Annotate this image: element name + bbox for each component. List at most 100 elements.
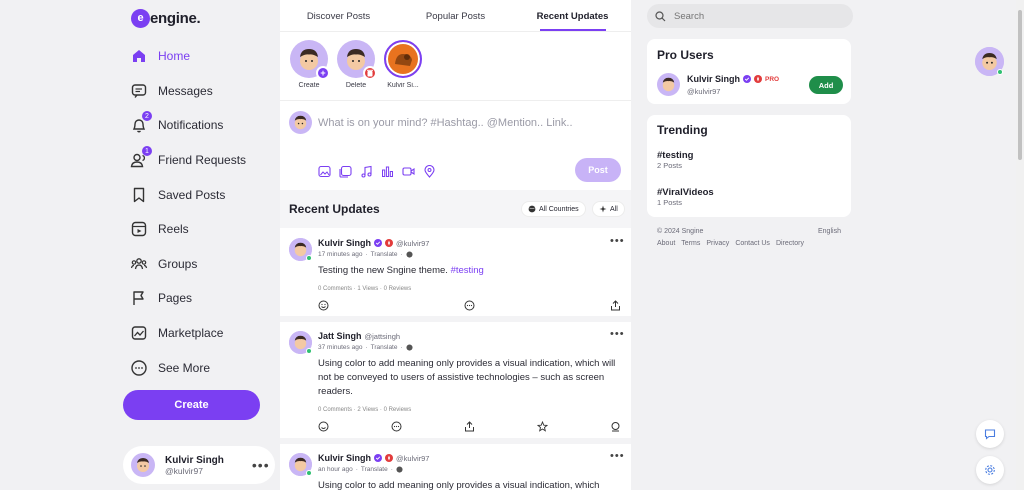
video-icon[interactable] bbox=[402, 165, 415, 178]
logo-text: engine. bbox=[150, 9, 201, 27]
story-create[interactable]: + Create bbox=[290, 40, 330, 89]
user-menu-button[interactable]: ••• bbox=[252, 457, 270, 473]
post-author-name[interactable]: Jatt Singh bbox=[318, 331, 362, 341]
post-time[interactable]: 37 minutes ago bbox=[318, 344, 362, 351]
story-kulvir[interactable]: Kulvir Si... bbox=[384, 40, 422, 89]
post-menu-button[interactable]: ••• bbox=[610, 328, 625, 340]
story-delete[interactable]: Delete bbox=[337, 40, 377, 89]
react-icon[interactable] bbox=[318, 421, 329, 432]
trending-item[interactable]: #ViralVideos 1 Posts bbox=[657, 187, 714, 207]
translate-link[interactable]: Translate bbox=[371, 344, 398, 351]
all-filter[interactable]: All bbox=[592, 201, 625, 217]
language-selector[interactable]: English bbox=[818, 228, 841, 235]
copyright: © 2024 Sngine bbox=[657, 228, 704, 235]
trend-tag[interactable]: #testing bbox=[657, 150, 693, 161]
share-icon[interactable] bbox=[464, 421, 475, 432]
post-author-handle[interactable]: @jattsingh bbox=[365, 332, 401, 341]
translate-link[interactable]: Translate bbox=[371, 251, 398, 258]
location-icon[interactable] bbox=[423, 165, 436, 178]
current-user-card[interactable]: Kulvir Singh @kulvir97 ••• bbox=[123, 446, 275, 484]
nav-item-pages[interactable]: Pages bbox=[128, 281, 278, 316]
post-author-avatar[interactable] bbox=[289, 331, 312, 354]
globe-icon bbox=[528, 205, 536, 213]
tab-popular-posts[interactable]: Popular Posts bbox=[397, 0, 514, 31]
post-button[interactable]: Post bbox=[575, 158, 621, 182]
nav-item-notifications[interactable]: 2 Notifications bbox=[128, 108, 278, 143]
nav-label-see-more: See More bbox=[158, 360, 211, 375]
post-author-name[interactable]: Kulvir Singh bbox=[318, 238, 371, 248]
nav-label-friend-requests: Friend Requests bbox=[158, 153, 247, 168]
footer-link-terms[interactable]: Terms bbox=[681, 240, 700, 247]
nav-item-marketplace[interactable]: Marketplace bbox=[128, 316, 278, 351]
post-time[interactable]: 17 minutes ago bbox=[318, 251, 362, 258]
post-author-avatar[interactable] bbox=[289, 453, 312, 476]
nav-label-notifications: Notifications bbox=[158, 118, 224, 133]
add-friend-button[interactable]: Add bbox=[809, 76, 843, 94]
settings-button[interactable] bbox=[976, 456, 1004, 484]
create-button[interactable]: Create bbox=[123, 390, 260, 420]
poll-icon[interactable] bbox=[381, 165, 394, 178]
profile-avatar-button[interactable] bbox=[975, 47, 1004, 76]
footer-link-about[interactable]: About bbox=[657, 240, 675, 247]
translate-link[interactable]: Translate bbox=[361, 466, 388, 473]
nav-item-saved-posts[interactable]: Saved Posts bbox=[128, 177, 278, 212]
nav-item-reels[interactable]: Reels bbox=[128, 212, 278, 247]
post-author-avatar[interactable] bbox=[289, 238, 312, 261]
trending-item[interactable]: #testing 2 Posts bbox=[657, 150, 693, 170]
tip-icon[interactable] bbox=[610, 421, 621, 432]
more-icon bbox=[130, 359, 148, 377]
online-indicator bbox=[997, 69, 1003, 75]
post-composer-input[interactable]: What is on your mind? #Hashtag.. @Mentio… bbox=[318, 117, 573, 129]
verified-icon bbox=[743, 75, 752, 83]
album-icon[interactable] bbox=[339, 165, 352, 178]
post-menu-button[interactable]: ••• bbox=[610, 450, 625, 462]
react-icon[interactable] bbox=[318, 300, 329, 311]
nav-label-saved-posts: Saved Posts bbox=[158, 187, 226, 202]
left-sidebar: e engine. Home Messages 2 Notifications bbox=[0, 0, 280, 490]
nav-item-friend-requests[interactable]: 1 Friend Requests bbox=[128, 143, 278, 178]
post-stats[interactable]: 0 Comments · 2 Views · 0 Reviews bbox=[318, 407, 411, 413]
site-logo[interactable]: e engine. bbox=[131, 8, 201, 28]
post-body: Using color to add meaning only provides… bbox=[318, 358, 616, 397]
scrollbar-thumb[interactable] bbox=[1018, 10, 1022, 160]
nav-item-home[interactable]: Home bbox=[128, 39, 278, 74]
online-indicator bbox=[306, 348, 312, 354]
star-icon[interactable] bbox=[537, 421, 548, 432]
footer-link-privacy[interactable]: Privacy bbox=[706, 240, 729, 247]
nav-label-messages: Messages bbox=[158, 83, 213, 98]
pro-user-avatar[interactable] bbox=[657, 73, 680, 96]
tab-discover-posts[interactable]: Discover Posts bbox=[280, 0, 397, 31]
search-input[interactable] bbox=[674, 10, 834, 22]
post-menu-button[interactable]: ••• bbox=[610, 235, 625, 247]
composer-avatar bbox=[289, 111, 312, 134]
new-message-button[interactable] bbox=[976, 420, 1004, 448]
comment-icon[interactable] bbox=[391, 421, 402, 432]
nav-item-see-more[interactable]: See More bbox=[128, 350, 278, 385]
bell-icon: 2 bbox=[130, 111, 152, 134]
pro-user-handle[interactable]: @kulvir97 bbox=[687, 87, 720, 96]
post-author-name[interactable]: Kulvir Singh bbox=[318, 453, 371, 463]
post-time[interactable]: an hour ago bbox=[318, 466, 353, 473]
pro-user-name[interactable]: Kulvir Singh bbox=[687, 74, 740, 84]
post-meta: 17 minutes ago · Translate · bbox=[318, 251, 413, 258]
footer-link-contact[interactable]: Contact Us bbox=[735, 240, 770, 247]
tab-recent-updates[interactable]: Recent Updates bbox=[514, 0, 631, 31]
footer-link-directory[interactable]: Directory bbox=[776, 240, 804, 247]
post-author-handle[interactable]: @kulvir97 bbox=[396, 454, 429, 463]
gear-icon bbox=[985, 465, 995, 475]
search-bar[interactable] bbox=[647, 4, 853, 28]
online-indicator bbox=[306, 470, 312, 476]
post-stats[interactable]: 0 Comments · 1 Views · 0 Reviews bbox=[318, 286, 411, 292]
all-countries-filter[interactable]: All Countries bbox=[521, 201, 586, 217]
share-icon[interactable] bbox=[610, 300, 621, 311]
photo-icon[interactable] bbox=[318, 165, 331, 178]
trend-tag[interactable]: #ViralVideos bbox=[657, 187, 714, 198]
post-author-handle[interactable]: @kulvir97 bbox=[396, 239, 429, 248]
search-icon bbox=[655, 10, 666, 21]
nav-item-messages[interactable]: Messages bbox=[128, 74, 278, 109]
hashtag-link[interactable]: #testing bbox=[451, 265, 484, 276]
music-icon[interactable] bbox=[360, 165, 373, 178]
nav-item-groups[interactable]: Groups bbox=[128, 247, 278, 282]
comment-icon[interactable] bbox=[464, 300, 475, 311]
users-icon: 1 bbox=[130, 146, 152, 169]
